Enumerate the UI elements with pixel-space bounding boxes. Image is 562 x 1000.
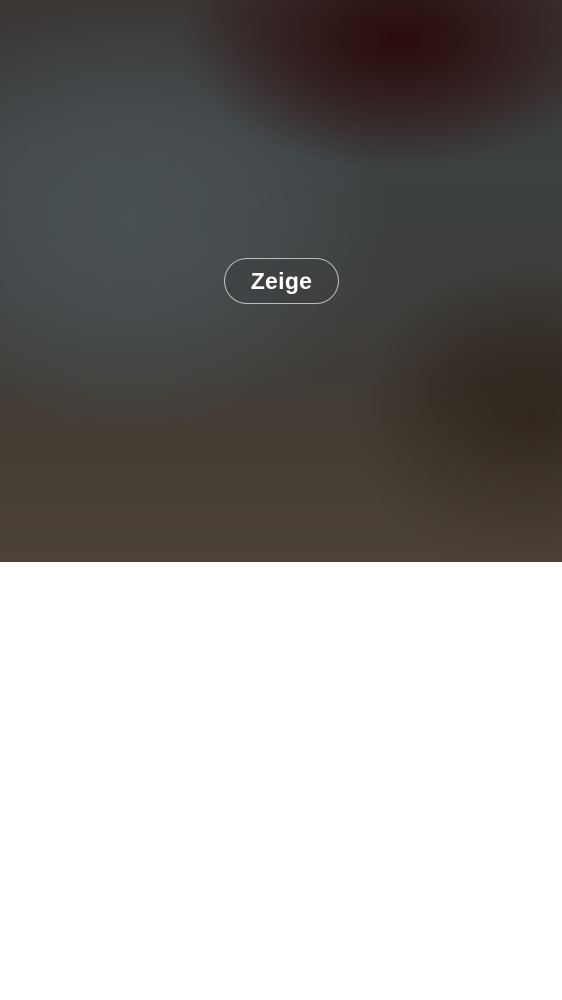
content-area <box>0 562 562 1000</box>
app-screen: Zeige <box>0 0 562 1000</box>
show-media-button[interactable]: Zeige <box>224 258 339 304</box>
blurred-media-preview: Zeige <box>0 0 562 562</box>
